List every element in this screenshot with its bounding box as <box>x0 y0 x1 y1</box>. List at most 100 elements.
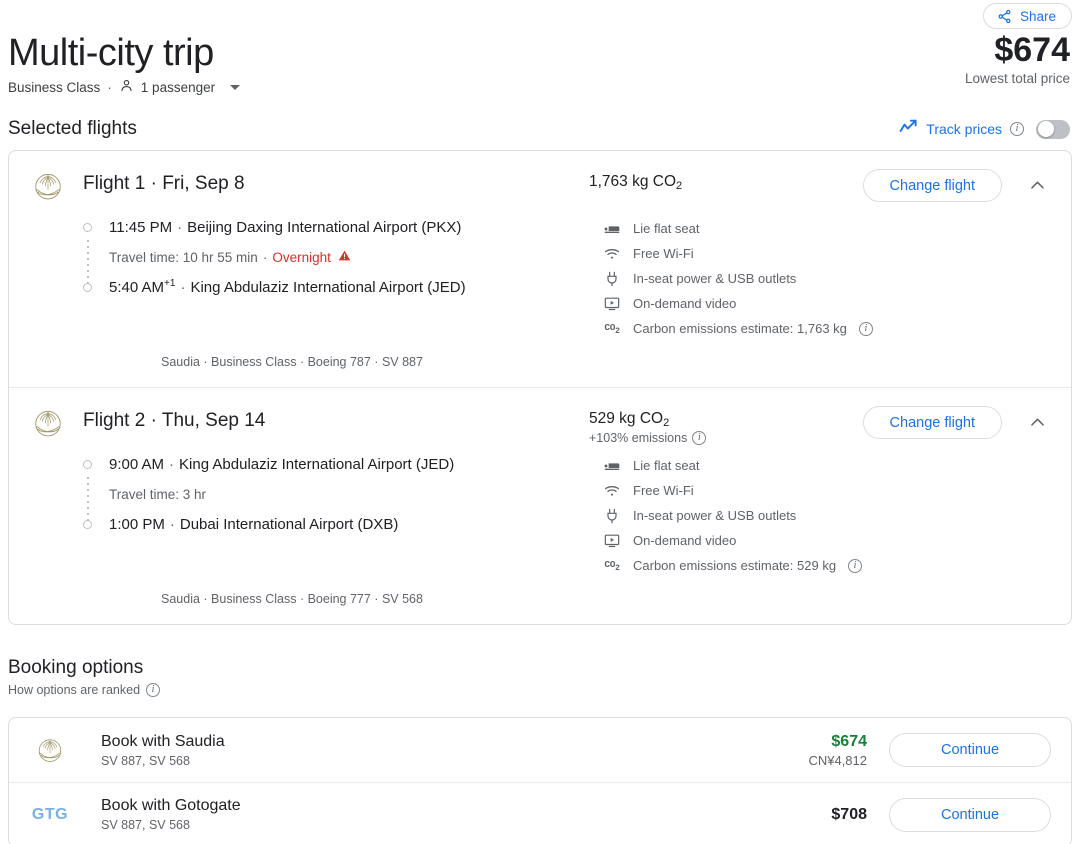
amenity-label: Carbon emissions estimate: 1,763 kg <box>633 321 847 336</box>
trip-header-right: $674 Lowest total price <box>965 31 1072 86</box>
track-prices-label[interactable]: Track prices <box>926 121 1002 137</box>
co2-amount-text: 529 kg CO <box>589 410 664 427</box>
amenity-label: Free Wi-Fi <box>633 483 694 498</box>
departure-time: 9:00 AM <box>109 455 165 473</box>
info-icon[interactable]: i <box>848 558 863 573</box>
change-flight-button[interactable]: Change flight <box>862 169 1002 202</box>
share-label: Share <box>1019 8 1056 24</box>
flight-card-top: Flight 2 · Thu, Sep 14 529 kg CO2 +103% … <box>31 404 1051 445</box>
lie-flat-seat-icon <box>603 459 621 473</box>
departure-separator: · <box>169 455 175 473</box>
power-plug-icon <box>603 508 621 524</box>
chevron-down-icon <box>230 84 241 90</box>
total-price: $674 <box>994 31 1070 69</box>
chevron-up-icon[interactable] <box>1024 409 1051 436</box>
co2-delta: +103% emissions i <box>589 431 794 445</box>
departure-airport: King Abdulaziz International Airport (JE… <box>179 455 455 473</box>
flight-card-actions: Change flight <box>794 167 1051 202</box>
how-options-ranked[interactable]: How options are ranked i <box>8 683 1072 697</box>
page-title: Multi-city trip <box>8 32 214 74</box>
saudia-logo <box>31 167 69 208</box>
booking-price-block: $708 <box>779 806 889 824</box>
amenity-item: In-seat power & USB outlets <box>603 266 1051 291</box>
booking-price-block: $674 CN¥4,812 <box>779 733 889 768</box>
amenity-label: In-seat power & USB outlets <box>633 508 797 523</box>
arrival-text: 5:40 AM+1 · King Abdulaziz International A… <box>109 278 466 296</box>
chevron-up-icon[interactable] <box>1024 172 1051 199</box>
booking-options-title: Booking options <box>8 657 144 678</box>
amenity-item: In-seat power & USB outlets <box>603 503 1051 528</box>
info-icon[interactable]: i <box>692 431 707 445</box>
travel-separator: · <box>262 249 268 265</box>
amenities-list: Lie flat seat Free Wi-Fi In-seat power &… <box>551 451 1051 578</box>
booking-provider-name: Book with Saudia <box>101 732 225 750</box>
gotogate-logo: GTG <box>31 806 69 824</box>
passenger-count-label: 1 passenger <box>140 79 216 95</box>
wifi-icon <box>603 247 621 261</box>
flight-booking-page: Share Multi-city trip Business Class · 1… <box>0 0 1080 844</box>
co2-icon: CO2 <box>604 558 620 573</box>
booking-flight-numbers: SV 887, SV 568 <box>101 753 190 768</box>
amenity-label: Carbon emissions estimate: 529 kg <box>633 558 837 573</box>
amenity-item: Free Wi-Fi <box>603 478 1051 503</box>
co2-amount: 529 kg CO2 <box>589 410 794 429</box>
subtitle-separator: · <box>107 79 112 95</box>
departure-row: 9:00 AM · King Abdulaziz International Air… <box>83 451 551 477</box>
trip-header: Multi-city trip Business Class · 1 passe… <box>8 31 1072 96</box>
toggle-knob <box>1037 121 1054 137</box>
departure-airport: Beijing Daxing International Airport (PK… <box>187 218 462 236</box>
amenity-item: Lie flat seat <box>603 216 1051 241</box>
amenity-item: CO2 Carbon emissions estimate: 1,763 kg … <box>603 316 1051 341</box>
amenity-item: CO2 Carbon emissions estimate: 529 kg i <box>603 553 1051 578</box>
amenity-label: In-seat power & USB outlets <box>633 271 797 286</box>
flight-card: Flight 2 · Thu, Sep 14 529 kg CO2 +103% … <box>9 387 1071 624</box>
passenger-selector[interactable]: 1 passenger <box>119 78 241 96</box>
info-icon[interactable]: i <box>146 683 161 697</box>
co2-amount: 1,763 kg CO2 <box>589 173 794 192</box>
co2-delta-label: +103% emissions <box>589 431 688 445</box>
arrival-airport: King Abdulaziz International Airport (JE… <box>190 279 466 296</box>
booking-price-alt-currency: CN¥4,812 <box>808 752 867 768</box>
travel-time-label: Travel time: 10 hr 55 min <box>109 249 258 265</box>
timeline-dot-icon <box>83 282 92 292</box>
flight-headline: Flight 2 · Thu, Sep 14 <box>83 410 266 431</box>
flight-meta: Saudia · Business Class · Boeing 777 · S… <box>161 592 423 606</box>
share-row: Share <box>8 0 1072 29</box>
amenity-label: Lie flat seat <box>633 458 700 473</box>
continue-button[interactable]: Continue <box>889 797 1051 832</box>
flight-timeline: 11:45 PM · Beijing Daxing International Ai… <box>31 214 551 341</box>
flight-card-body: 11:45 PM · Beijing Daxing International Ai… <box>31 214 1051 341</box>
share-button[interactable]: Share <box>982 3 1072 29</box>
flight-meta: Saudia · Business Class · Boeing 787 · S… <box>161 355 423 369</box>
change-flight-button[interactable]: Change flight <box>862 406 1002 439</box>
amenity-label: On-demand video <box>633 296 737 311</box>
arrival-separator: · <box>169 515 175 533</box>
track-prices-control: Track prices i <box>899 119 1070 140</box>
arrival-separator: · <box>180 279 186 296</box>
travel-time-text: Travel time: 3 hr <box>109 487 206 502</box>
amenity-item: On-demand video <box>603 291 1051 316</box>
amenity-item: On-demand video <box>603 528 1051 553</box>
booking-price: $708 <box>831 805 867 823</box>
amenities-list: Lie flat seat Free Wi-Fi In-seat power &… <box>551 214 1051 341</box>
cabin-class-label: Business Class <box>8 79 101 95</box>
info-icon[interactable]: i <box>1010 122 1024 136</box>
booking-row: Book with Saudia SV 887, SV 568 $674 CN¥… <box>9 718 1071 782</box>
flight-card: Flight 1 · Fri, Sep 8 1,763 kg CO2 Chang… <box>9 151 1071 387</box>
info-icon[interactable]: i <box>858 321 873 336</box>
booking-options-header: Booking options How options are ranked i <box>8 657 1072 697</box>
amenity-label: Free Wi-Fi <box>633 246 694 261</box>
continue-button[interactable]: Continue <box>889 733 1051 767</box>
total-price-caption: Lowest total price <box>964 71 1070 86</box>
track-prices-toggle[interactable] <box>1036 119 1070 139</box>
wifi-icon <box>603 484 621 498</box>
co2-summary: 529 kg CO2 +103% emissions i <box>589 404 794 445</box>
trending-up-icon <box>899 119 918 140</box>
warning-triangle-icon <box>338 249 351 265</box>
amenity-label: On-demand video <box>633 533 737 548</box>
travel-time-text: Travel time: 10 hr 55 min · Overnight <box>109 249 351 265</box>
travel-time-label: Travel time: 3 hr <box>109 486 207 502</box>
flight-timeline: 9:00 AM · King Abdulaziz International Air… <box>31 451 551 578</box>
booking-flight-numbers: SV 887, SV 568 <box>101 818 190 832</box>
trip-header-left: Multi-city trip Business Class · 1 passe… <box>8 31 241 96</box>
